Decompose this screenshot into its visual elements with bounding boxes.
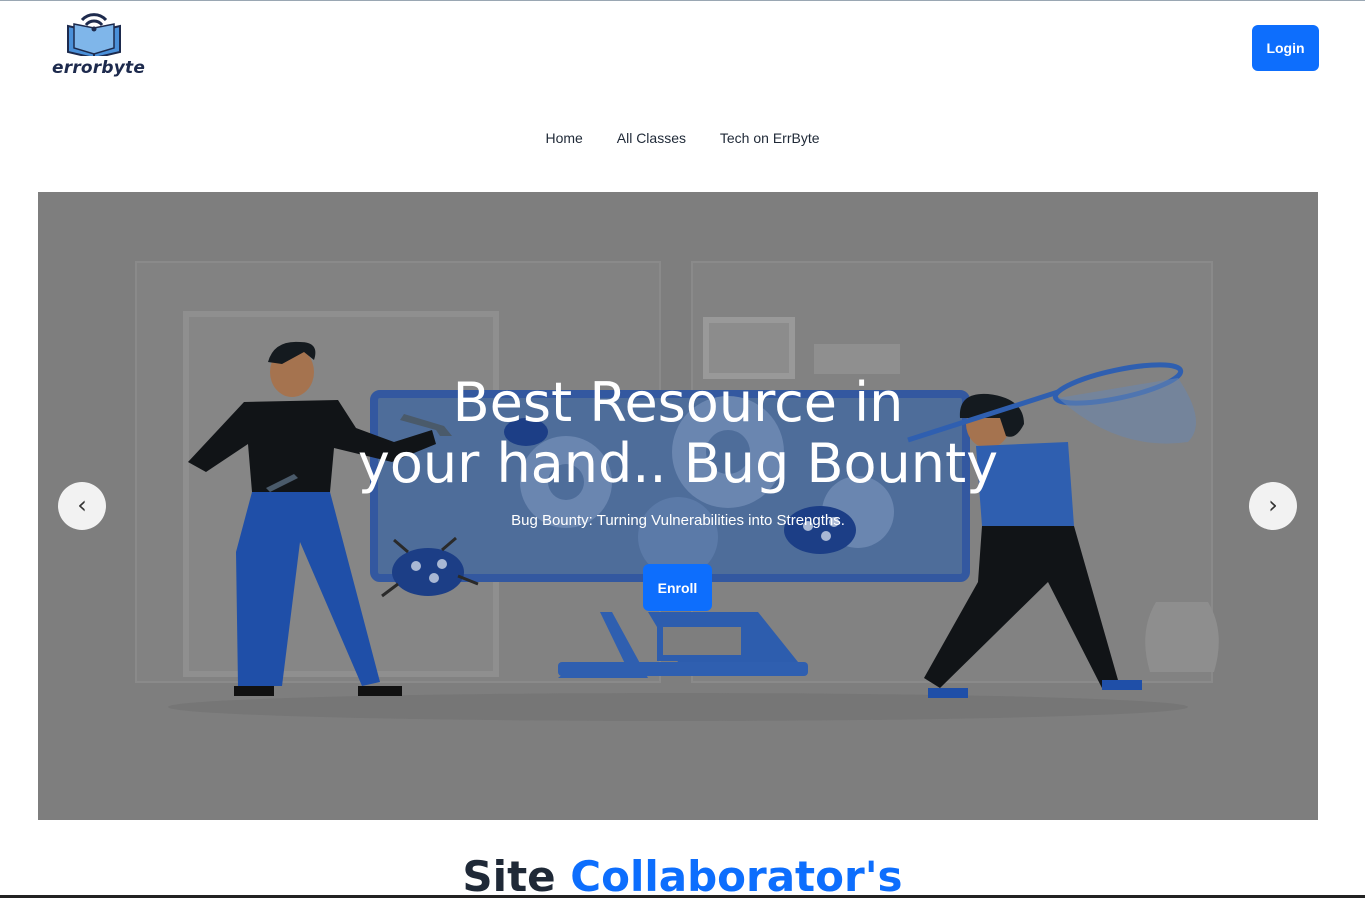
section-title-part2: Collaborator's [570, 852, 903, 898]
main-nav: Home All Classes Tech on ErrByte [0, 130, 1365, 146]
carousel-prev-button[interactable]: ‹ [58, 482, 106, 530]
section-title: Site Collaborator's [0, 852, 1365, 898]
section-title-part1: Site [462, 852, 556, 898]
login-button[interactable]: Login [1252, 25, 1319, 71]
logo-text: errorbyte [52, 58, 146, 78]
chevron-left-icon: ‹ [77, 491, 87, 519]
hero-subtitle: Bug Bounty: Turning Vulnerabilities into… [511, 512, 845, 529]
chevron-right-icon: › [1268, 491, 1278, 519]
hero-title: Best Resource in your hand.. Bug Bounty [38, 372, 1318, 494]
enroll-button[interactable]: Enroll [643, 564, 712, 611]
nav-tech-on-errbyte[interactable]: Tech on ErrByte [720, 130, 820, 146]
top-border [0, 0, 1365, 1]
hero-title-line2: your hand.. Bug Bounty [357, 432, 999, 495]
hero-title-line1: Best Resource in [452, 371, 904, 434]
hero-carousel: Best Resource in your hand.. Bug Bounty … [38, 192, 1318, 820]
site-logo[interactable]: errorbyte [50, 8, 146, 84]
nav-home[interactable]: Home [546, 130, 583, 146]
nav-all-classes[interactable]: All Classes [617, 130, 686, 146]
bug-hunters-illustration [135, 261, 1219, 721]
book-wifi-icon [67, 13, 121, 56]
carousel-next-button[interactable]: › [1249, 482, 1297, 530]
